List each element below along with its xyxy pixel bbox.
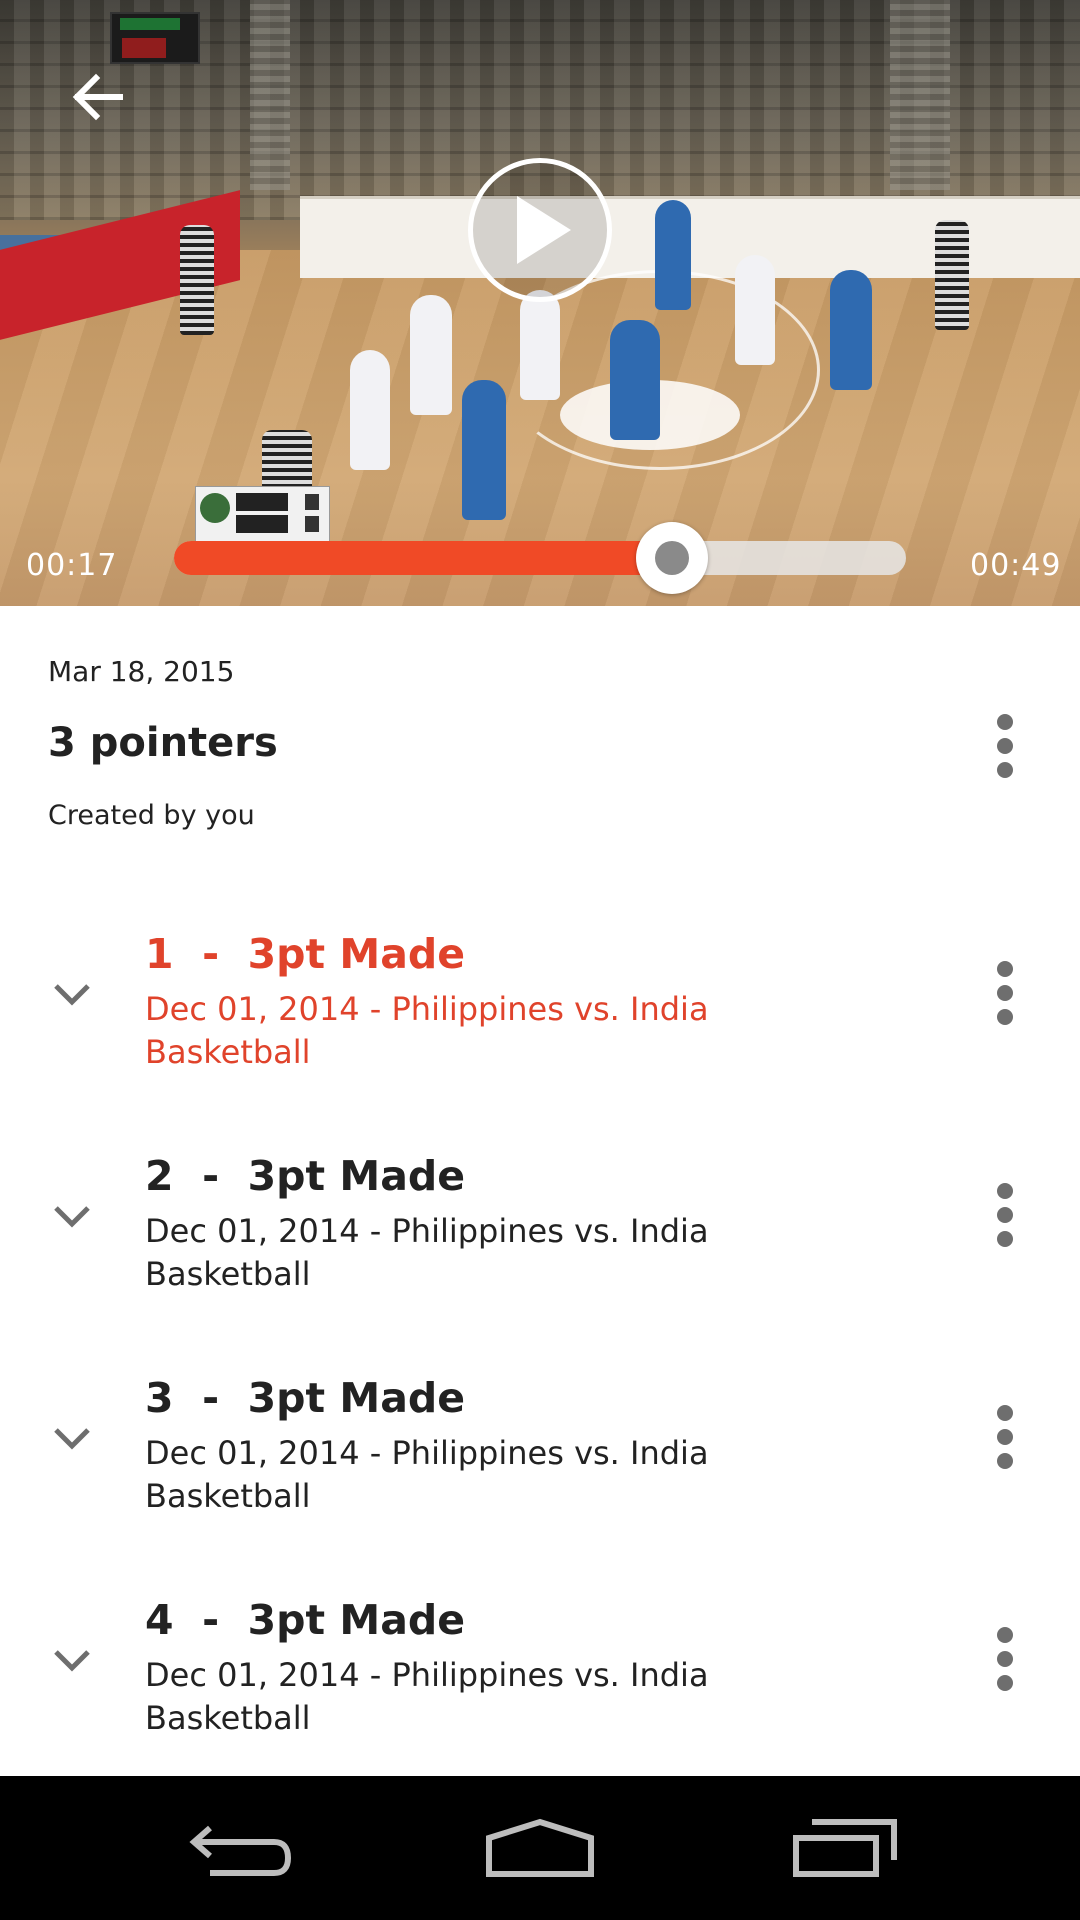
nav-home-button[interactable]	[480, 1808, 600, 1888]
expand-button[interactable]	[48, 1414, 96, 1462]
clip-title: 2 - 3pt Made	[145, 1152, 466, 1200]
list-item[interactable]: 3 - 3pt Made Dec 01, 2014 - Philippines v…	[0, 1354, 1080, 1576]
playlist-title: 3 pointers	[48, 720, 278, 766]
clip-more-button[interactable]	[985, 1175, 1025, 1255]
clip-more-button[interactable]	[985, 1619, 1025, 1699]
video-frame-player	[350, 350, 390, 470]
clip-more-button[interactable]	[985, 1397, 1025, 1477]
play-icon	[517, 196, 571, 264]
nav-back-button[interactable]	[180, 1808, 300, 1888]
arrow-left-icon	[72, 73, 123, 121]
chevron-down-icon	[54, 1650, 90, 1672]
clip-title: 3 - 3pt Made	[145, 1374, 466, 1422]
expand-button[interactable]	[48, 1192, 96, 1240]
elapsed-time: 00:17	[26, 548, 118, 583]
seek-bar-thumb[interactable]	[636, 522, 708, 594]
video-player[interactable]: 00:17 00:49	[0, 0, 1080, 606]
video-frame-player	[462, 380, 506, 520]
more-vertical-icon	[997, 1183, 1013, 1199]
more-vertical-icon	[997, 714, 1013, 730]
back-button[interactable]	[62, 62, 132, 132]
clip-more-button[interactable]	[985, 953, 1025, 1033]
clip-title: 4 - 3pt Made	[145, 1596, 466, 1644]
more-vertical-icon	[997, 1627, 1013, 1643]
clip-subtitle: Dec 01, 2014 - Philippines vs. India Bas…	[145, 1212, 709, 1293]
nav-recents-button[interactable]	[785, 1808, 905, 1888]
video-frame-player	[655, 200, 691, 310]
seek-bar-progress	[174, 541, 672, 575]
chevron-down-icon	[54, 1206, 90, 1228]
list-item[interactable]: 2 - 3pt Made Dec 01, 2014 - Philippines v…	[0, 1132, 1080, 1354]
video-frame-referee	[935, 220, 969, 330]
clip-title: 1 - 3pt Made	[145, 930, 466, 978]
video-frame-stairs	[890, 0, 950, 190]
playlist-more-button[interactable]	[985, 706, 1025, 786]
video-frame-stairs	[250, 0, 290, 190]
playlist-date: Mar 18, 2015	[48, 655, 235, 688]
expand-button[interactable]	[48, 1636, 96, 1684]
video-frame-scoreboard	[110, 12, 200, 64]
seek-bar[interactable]	[174, 541, 906, 575]
nav-home-icon	[486, 1818, 594, 1877]
nav-back-icon	[189, 1825, 292, 1876]
more-vertical-icon	[997, 961, 1013, 977]
video-frame-referee	[180, 225, 214, 335]
video-frame-player	[410, 295, 452, 415]
video-frame-player	[735, 255, 775, 365]
list-item[interactable]: 1 - 3pt Made Dec 01, 2014 - Philippines v…	[0, 910, 1080, 1132]
clip-subtitle: Dec 01, 2014 - Philippines vs. India Bas…	[145, 1434, 709, 1515]
video-frame-score-overlay	[195, 486, 330, 544]
video-frame-player	[520, 290, 560, 400]
video-frame-player	[830, 270, 872, 390]
list-item[interactable]: 4 - 3pt Made Dec 01, 2014 - Philippines v…	[0, 1576, 1080, 1798]
system-nav-bar	[0, 1776, 1080, 1920]
total-duration: 00:49	[970, 548, 1062, 583]
more-vertical-icon	[997, 1405, 1013, 1421]
clip-subtitle: Dec 01, 2014 - Philippines vs. India Bas…	[145, 990, 709, 1071]
nav-recents-icon	[793, 1819, 897, 1877]
chevron-down-icon	[54, 1428, 90, 1450]
play-button[interactable]	[468, 158, 612, 302]
chevron-down-icon	[54, 984, 90, 1006]
playlist-creator: Created by you	[48, 800, 255, 831]
video-frame-player	[610, 320, 660, 440]
expand-button[interactable]	[48, 970, 96, 1018]
clip-subtitle: Dec 01, 2014 - Philippines vs. India Bas…	[145, 1656, 709, 1737]
